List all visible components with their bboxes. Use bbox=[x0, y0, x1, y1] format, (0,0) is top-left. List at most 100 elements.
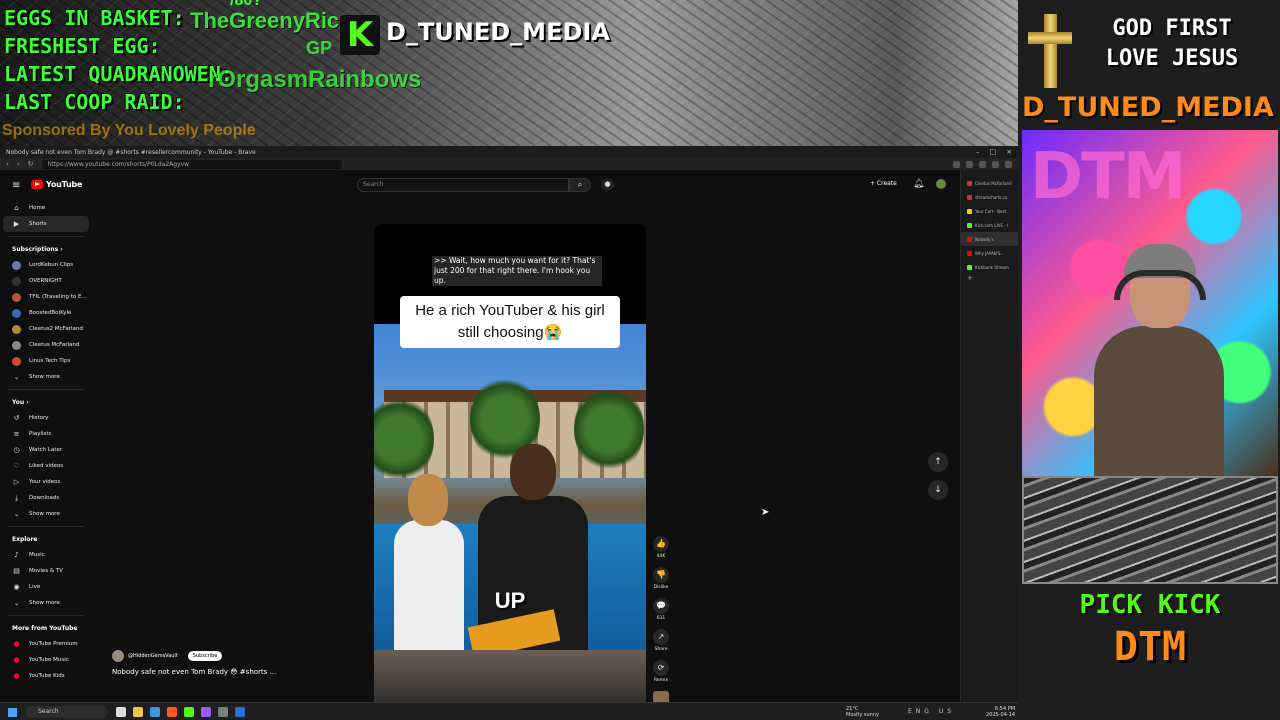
sidebar-item-history[interactable]: ↺ History bbox=[0, 410, 92, 426]
sidebar-item-sub-cleetus2-mcfarland[interactable]: Cleetus2 McFarland bbox=[0, 321, 92, 337]
kick-channel-name: D_TUNED_MEDIA bbox=[386, 18, 610, 46]
sidebar-item-youtube-music[interactable]: ● YouTube Music bbox=[0, 652, 92, 668]
new-tab-button[interactable]: + bbox=[961, 274, 1018, 282]
sidebar-item-liked-videos[interactable]: ♡ Liked videos bbox=[0, 458, 92, 474]
clock[interactable]: 6:54 PM 2025-04-14 bbox=[986, 706, 1015, 718]
sidebar-item-sub-cleetus-mcfarland[interactable]: Cleetus McFarland bbox=[0, 337, 92, 353]
browser-tab[interactable]: Kick.com LIVE - I bbox=[961, 218, 1018, 232]
sidebar-item-music[interactable]: ♪ Music bbox=[0, 547, 92, 563]
hamburger-menu-icon[interactable]: ≡ bbox=[12, 180, 20, 191]
sidebar-item-watch-later[interactable]: ◷ Watch Later bbox=[0, 442, 92, 458]
show-more-explore[interactable]: ⌄ Show more bbox=[0, 595, 92, 611]
taskbar-app-icon[interactable] bbox=[184, 707, 194, 717]
youtube-page: ≡ YouTube Search ⌕ ● + Create 🔔︎ ⌂ Home bbox=[0, 170, 958, 702]
sidebar-item-label: YouTube Premium bbox=[29, 641, 78, 647]
share-icon[interactable]: ↗ bbox=[653, 629, 669, 645]
notifications-bell-icon[interactable]: 🔔︎ bbox=[913, 179, 924, 189]
sidebar-item-sub-overnight[interactable]: OVERNIGHT bbox=[0, 273, 92, 289]
channel-avatar bbox=[12, 308, 21, 318]
like-action[interactable]: 👍 44K bbox=[650, 536, 672, 559]
audio-thumbnail[interactable] bbox=[653, 691, 669, 702]
comment-icon[interactable]: 💬 bbox=[653, 598, 669, 614]
video-title[interactable]: Nobody safe not even Tom Brady 😳 #shorts… bbox=[112, 668, 276, 676]
back-button[interactable]: ‹ bbox=[6, 160, 9, 168]
latest-name: rOrgasmRainbows bbox=[208, 66, 422, 93]
taskbar-app-icon[interactable] bbox=[116, 707, 126, 717]
sidebar-item-sub-lordkebun-clips[interactable]: LordKebun Clips bbox=[0, 257, 92, 273]
sidebar-item-playlists[interactable]: ≡ Playlists bbox=[0, 426, 92, 442]
subscribe-button[interactable]: Subscribe bbox=[187, 651, 223, 661]
taskbar-app-icon[interactable] bbox=[235, 707, 245, 717]
search-input[interactable]: Search bbox=[357, 178, 569, 192]
close-button[interactable]: × bbox=[1006, 148, 1012, 156]
sidebar-item-sub-boostedboikyle[interactable]: BoostedBoiKyle bbox=[0, 305, 92, 321]
dislike-icon[interactable]: 👎 bbox=[653, 567, 669, 583]
browser-tab[interactable]: Your Cart - Best bbox=[961, 204, 1018, 218]
search-icon[interactable]: ⌕ bbox=[569, 178, 591, 192]
browser-tab[interactable]: streamcharts.co bbox=[961, 190, 1018, 204]
show-more-you[interactable]: ⌄ Show more bbox=[0, 506, 92, 522]
sidebar-item-youtube-premium[interactable]: ● YouTube Premium bbox=[0, 636, 92, 652]
extension-icon[interactable] bbox=[953, 160, 960, 168]
windows-start-icon[interactable] bbox=[8, 708, 17, 717]
youtube-logo[interactable]: YouTube bbox=[31, 180, 82, 189]
sidebar-item-shorts[interactable]: ▶ Shorts bbox=[3, 216, 89, 232]
sidebar-item-label: YouTube Music bbox=[29, 657, 69, 663]
youtube-red-icon: ● bbox=[13, 672, 20, 680]
extension-icon[interactable] bbox=[966, 160, 973, 168]
extension-icon[interactable] bbox=[979, 160, 986, 168]
forward-button[interactable]: › bbox=[17, 160, 20, 168]
microphone-icon[interactable]: ● bbox=[601, 178, 614, 191]
remix-action[interactable]: ⟳ Remix bbox=[650, 660, 672, 683]
you-heading[interactable]: You › bbox=[0, 396, 92, 410]
taskbar-app-icon[interactable] bbox=[201, 707, 211, 717]
like-icon[interactable]: 👍 bbox=[653, 536, 669, 552]
sidebar-item-live[interactable]: ◉ Live bbox=[0, 579, 92, 595]
create-button[interactable]: + Create bbox=[870, 180, 897, 187]
browser-tab[interactable]: Cleetus McFarland bbox=[961, 176, 1018, 190]
next-short-arrow-down-icon[interactable]: ↓ bbox=[928, 480, 948, 500]
url-field[interactable]: https://www.youtube.com/shorts/P0Lda2Agy… bbox=[41, 159, 342, 169]
you-list: ↺ History ≡ Playlists ◷ Watch Later ♡ Liked vid… bbox=[0, 410, 92, 506]
sidebar-item-your-videos[interactable]: ▷ Your videos bbox=[0, 474, 92, 490]
browser-tab[interactable]: Why JAPAN'S... bbox=[961, 246, 1018, 260]
sponsor-text: Sponsored By You Lovely People bbox=[2, 122, 256, 139]
taskbar-app-icon[interactable] bbox=[167, 707, 177, 717]
sidebar-item-label: Live bbox=[29, 584, 41, 590]
remix-icon[interactable]: ⟳ bbox=[653, 660, 669, 676]
share-action[interactable]: ↗ Share bbox=[650, 629, 672, 652]
sidebar-item-youtube-kids[interactable]: ● YouTube Kids bbox=[0, 668, 92, 684]
shorts-player[interactable]: >> Wait, how much you want for it? That'… bbox=[374, 224, 646, 702]
taskbar-app-icon[interactable] bbox=[218, 707, 228, 717]
taskbar-app-icon[interactable] bbox=[150, 707, 160, 717]
channel-avatar[interactable] bbox=[112, 650, 124, 662]
sidebar-item-downloads[interactable]: ⤓ Downloads bbox=[0, 490, 92, 506]
menu-icon[interactable] bbox=[1005, 160, 1012, 168]
sidebar-item-movies-tv[interactable]: ▤ Movies & TV bbox=[0, 563, 92, 579]
dislike-action[interactable]: 👎 Dislike bbox=[650, 567, 672, 590]
system-tray-language[interactable]: ENG US bbox=[908, 708, 955, 715]
browser-tab[interactable]: Kickbank Stream bbox=[961, 260, 1018, 274]
taskbar-app-icon[interactable] bbox=[133, 707, 143, 717]
reload-button[interactable]: ↻ bbox=[28, 160, 34, 168]
sidebar-item-sub-tfil-traveling-to-e[interactable]: TFIL (Traveling to E... bbox=[0, 289, 92, 305]
account-avatar[interactable] bbox=[936, 179, 946, 189]
comments-action[interactable]: 💬 611 bbox=[650, 598, 672, 621]
maximize-button[interactable]: □ bbox=[990, 148, 997, 156]
browser-window: Nobody safe not even Tom Brady @ #shorts… bbox=[0, 146, 1018, 702]
browser-tab[interactable]: Nobody s bbox=[961, 232, 1018, 246]
subscriptions-heading[interactable]: Subscriptions › bbox=[0, 243, 92, 257]
sidebar-item-home[interactable]: ⌂ Home bbox=[0, 200, 92, 216]
sound-thumbnail[interactable] bbox=[650, 691, 672, 702]
previous-short-arrow-up-icon[interactable]: ↑ bbox=[928, 452, 948, 472]
youtube-logo-text: YouTube bbox=[46, 180, 83, 189]
show-more-subscriptions[interactable]: ⌄ Show more bbox=[0, 369, 92, 385]
taskbar-search[interactable]: Search bbox=[26, 706, 108, 718]
metal-decoration bbox=[1022, 476, 1278, 584]
extension-icon[interactable] bbox=[992, 160, 999, 168]
sidebar-item-sub-linus-tech-tips[interactable]: Linus Tech Tips bbox=[0, 353, 92, 369]
minimize-button[interactable]: – bbox=[976, 148, 980, 156]
channel-name[interactable]: @HiddenGemsVault bbox=[128, 653, 178, 659]
home-icon: ⌂ bbox=[14, 204, 19, 212]
weather-widget[interactable]: 21°C Mostly sunny bbox=[846, 706, 879, 718]
